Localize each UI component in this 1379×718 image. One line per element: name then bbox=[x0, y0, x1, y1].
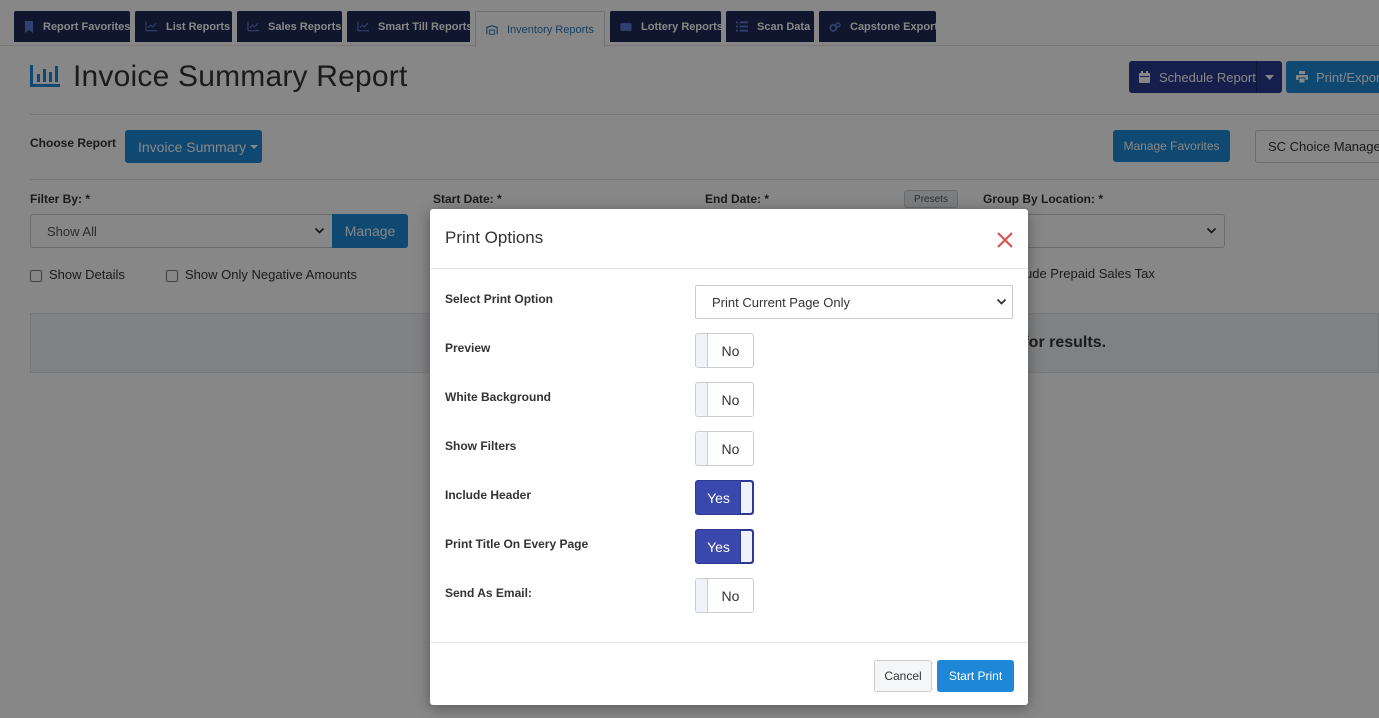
cancel-button[interactable]: Cancel bbox=[874, 660, 932, 692]
modal-footer: Cancel Start Print bbox=[430, 642, 1028, 705]
include-header-toggle[interactable]: Yes bbox=[695, 480, 754, 515]
start-print-button[interactable]: Start Print bbox=[937, 660, 1014, 692]
preview-label: Preview bbox=[445, 341, 491, 355]
white-background-toggle[interactable]: No bbox=[695, 382, 754, 417]
include-header-label: Include Header bbox=[445, 488, 532, 502]
send-as-email-label: Send As Email: bbox=[445, 586, 532, 600]
preview-toggle[interactable]: No bbox=[695, 333, 754, 368]
modal-header: Print Options bbox=[430, 209, 1028, 269]
select-print-option-label: Select Print Option bbox=[445, 292, 554, 306]
show-filters-toggle[interactable]: No bbox=[695, 431, 754, 466]
print-title-every-page-toggle[interactable]: Yes bbox=[695, 529, 754, 564]
chevron-down-icon bbox=[996, 298, 1007, 305]
print-option-select[interactable]: Print Current Page Only bbox=[695, 285, 1013, 319]
send-as-email-toggle[interactable]: No bbox=[695, 578, 754, 613]
print-title-every-page-label: Print Title On Every Page bbox=[445, 537, 589, 551]
print-options-modal: Print Options Select Print Option Print … bbox=[430, 209, 1028, 705]
show-filters-label: Show Filters bbox=[445, 439, 517, 453]
modal-title: Print Options bbox=[445, 228, 544, 247]
close-icon[interactable] bbox=[993, 228, 1017, 252]
white-background-label: White Background bbox=[445, 390, 552, 404]
